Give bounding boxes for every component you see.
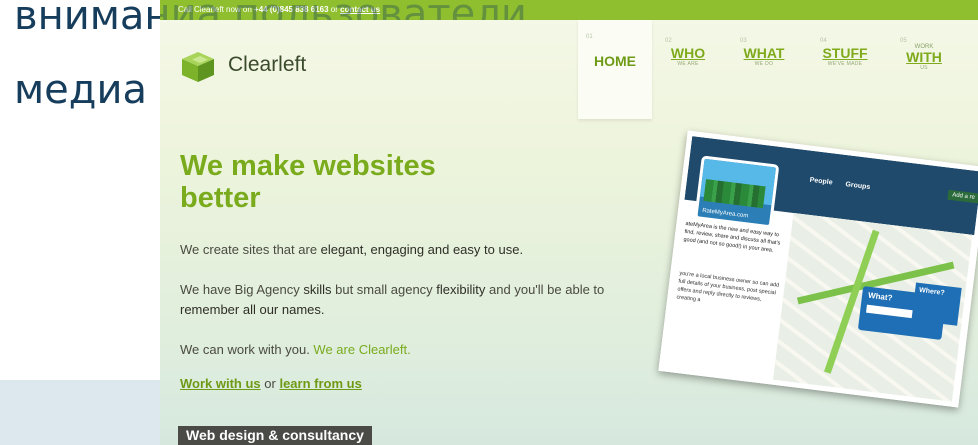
p2-text-c: but small agency bbox=[331, 282, 437, 297]
mock-what-label: What? bbox=[867, 290, 893, 303]
nav-who[interactable]: 02 WHO WE ARE bbox=[665, 38, 711, 67]
slide-lower-panel bbox=[0, 380, 160, 445]
nav-with-label: WITH bbox=[906, 49, 942, 65]
slide-heading-overlap-text: вниманиа пользователи bbox=[160, 0, 527, 20]
logo-text: RateMyArea.com bbox=[701, 207, 749, 220]
slide-text-overlap: вниманиа пользователи bbox=[160, 0, 770, 20]
p3-clearleft: We are Clearleft. bbox=[313, 342, 411, 357]
nav-home-label: HOME bbox=[594, 53, 636, 69]
p2-skills: skills bbox=[303, 282, 332, 297]
logo-wordmark: Clearleft bbox=[228, 53, 307, 76]
hero-paragraph-2: We have Big Agency skills but small agen… bbox=[180, 280, 640, 320]
nav-home-number: 01 bbox=[586, 34, 593, 40]
p2-text-e: and you'll be able to bbox=[485, 282, 605, 297]
nav-who-sub: WE ARE bbox=[677, 61, 699, 67]
nav-with-sub: US bbox=[920, 65, 928, 71]
mock-where-label: Where? bbox=[918, 286, 946, 297]
p2-flexibility: flexibility bbox=[436, 282, 486, 297]
nav-who-label: WHO bbox=[670, 45, 706, 61]
hero-paragraph-3: We can work with you. We are Clearleft. bbox=[180, 340, 640, 360]
nav-stuff-sub: WE'VE MADE bbox=[827, 61, 863, 67]
mock-body-text: you're a local business owner so can add… bbox=[676, 270, 780, 304]
p2-names: remember all our names. bbox=[180, 302, 325, 317]
nav-stuff[interactable]: 04 STUFF WE'VE MADE bbox=[820, 38, 870, 67]
clearleft-screenshot: Call Clearleft now on +44 (0)845 838 616… bbox=[160, 0, 978, 445]
portfolio-screenshot[interactable]: People Groups Add a re What? Where? Rate… bbox=[658, 130, 978, 408]
work-with-us-link[interactable]: Work with us bbox=[180, 376, 261, 391]
nav-what-label: WHAT bbox=[743, 45, 785, 61]
logo-cube-icon bbox=[182, 52, 214, 82]
p1-text: We create sites that are bbox=[180, 242, 321, 257]
mock-intro-text: ateMyArea is the new and easy way to fin… bbox=[683, 220, 781, 254]
mock-where-box: Where? bbox=[911, 282, 962, 326]
nav-work-with-us[interactable]: 05 WORK WITH US bbox=[900, 38, 948, 71]
hero-paragraph-1: We create sites that are elegant, engagi… bbox=[180, 240, 640, 260]
nav-what[interactable]: 03 WHAT WE DO bbox=[740, 38, 788, 67]
p3-text: We can work with you. bbox=[180, 342, 314, 357]
ratemyarea-logo: RateMyArea.com bbox=[694, 155, 780, 229]
p2-text-a: We have Big Agency bbox=[180, 282, 304, 297]
nav-what-sub: WE DO bbox=[754, 61, 774, 67]
nav-home[interactable]: 01 HOME bbox=[578, 20, 652, 119]
hero-links: Work with us or learn from us bbox=[180, 374, 640, 394]
services-badge: Web design & consultancy bbox=[178, 426, 372, 445]
hero-headline: We make websites better bbox=[180, 150, 436, 214]
nav-stuff-label: STUFF bbox=[822, 45, 868, 61]
p1-emphasis: elegant, engaging and easy to use. bbox=[320, 242, 524, 257]
slide-heading-line-2: медиа bbox=[14, 67, 147, 113]
links-or: or bbox=[260, 376, 280, 391]
learn-from-us-link[interactable]: learn from us bbox=[279, 376, 361, 391]
